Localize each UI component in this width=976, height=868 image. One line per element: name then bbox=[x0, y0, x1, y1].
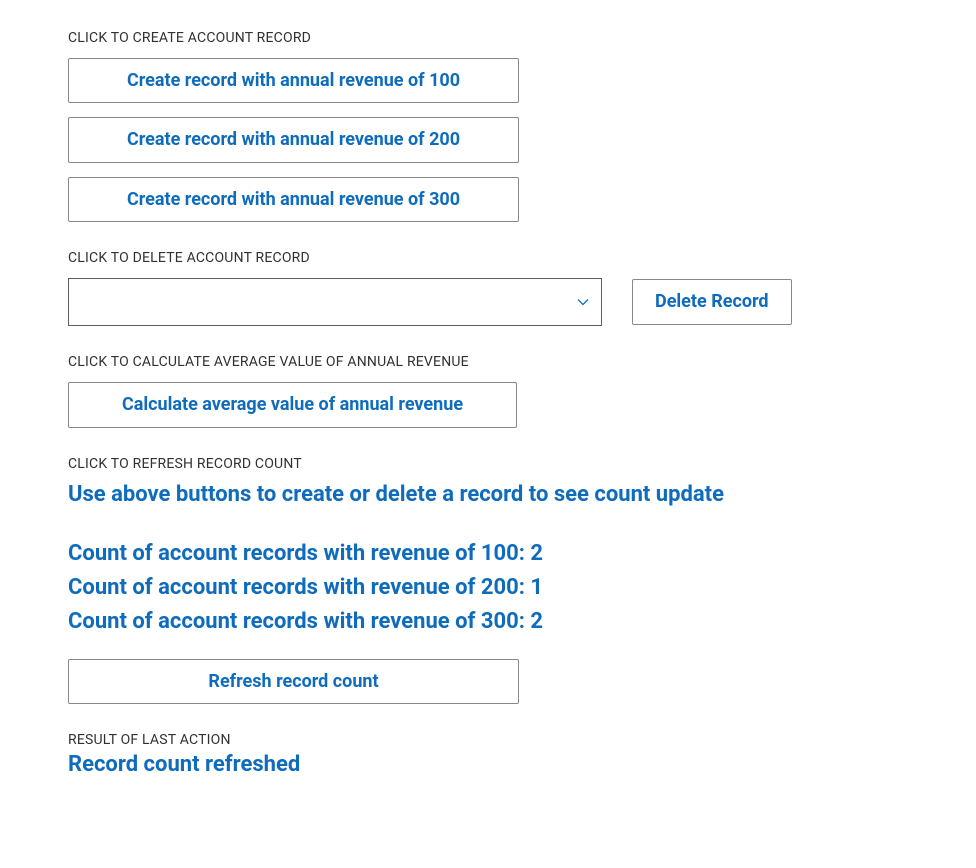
count-100-text: Count of account records with revenue of… bbox=[68, 537, 908, 571]
result-section: RESULT OF LAST ACTION Record count refre… bbox=[68, 732, 908, 777]
delete-row: Delete Record bbox=[68, 278, 908, 326]
result-label: RESULT OF LAST ACTION bbox=[68, 732, 908, 748]
refresh-count-button[interactable]: Refresh record count bbox=[68, 659, 519, 704]
count-200-text: Count of account records with revenue of… bbox=[68, 571, 908, 605]
create-record-300-button[interactable]: Create record with annual revenue of 300 bbox=[68, 177, 519, 222]
calculate-label: CLICK TO CALCULATE AVERAGE VALUE OF ANNU… bbox=[68, 354, 908, 370]
refresh-label: CLICK TO REFRESH RECORD COUNT bbox=[68, 456, 908, 472]
create-section: CLICK TO CREATE ACCOUNT RECORD Create re… bbox=[68, 30, 908, 222]
calculate-section: CLICK TO CALCULATE AVERAGE VALUE OF ANNU… bbox=[68, 354, 908, 427]
calculate-average-button[interactable]: Calculate average value of annual revenu… bbox=[68, 382, 517, 427]
result-text: Record count refreshed bbox=[68, 752, 908, 777]
create-label: CLICK TO CREATE ACCOUNT RECORD bbox=[68, 30, 908, 46]
count-block: Count of account records with revenue of… bbox=[68, 537, 908, 639]
delete-label: CLICK TO DELETE ACCOUNT RECORD bbox=[68, 250, 908, 266]
count-300-text: Count of account records with revenue of… bbox=[68, 605, 908, 639]
delete-section: CLICK TO DELETE ACCOUNT RECORD Delete Re… bbox=[68, 250, 908, 326]
delete-select[interactable] bbox=[68, 278, 602, 326]
refresh-info-text: Use above buttons to create or delete a … bbox=[68, 478, 908, 511]
create-record-200-button[interactable]: Create record with annual revenue of 200 bbox=[68, 117, 519, 162]
create-record-100-button[interactable]: Create record with annual revenue of 100 bbox=[68, 58, 519, 103]
refresh-section: CLICK TO REFRESH RECORD COUNT Use above … bbox=[68, 456, 908, 705]
delete-record-button[interactable]: Delete Record bbox=[632, 279, 792, 324]
chevron-down-icon bbox=[577, 298, 589, 306]
